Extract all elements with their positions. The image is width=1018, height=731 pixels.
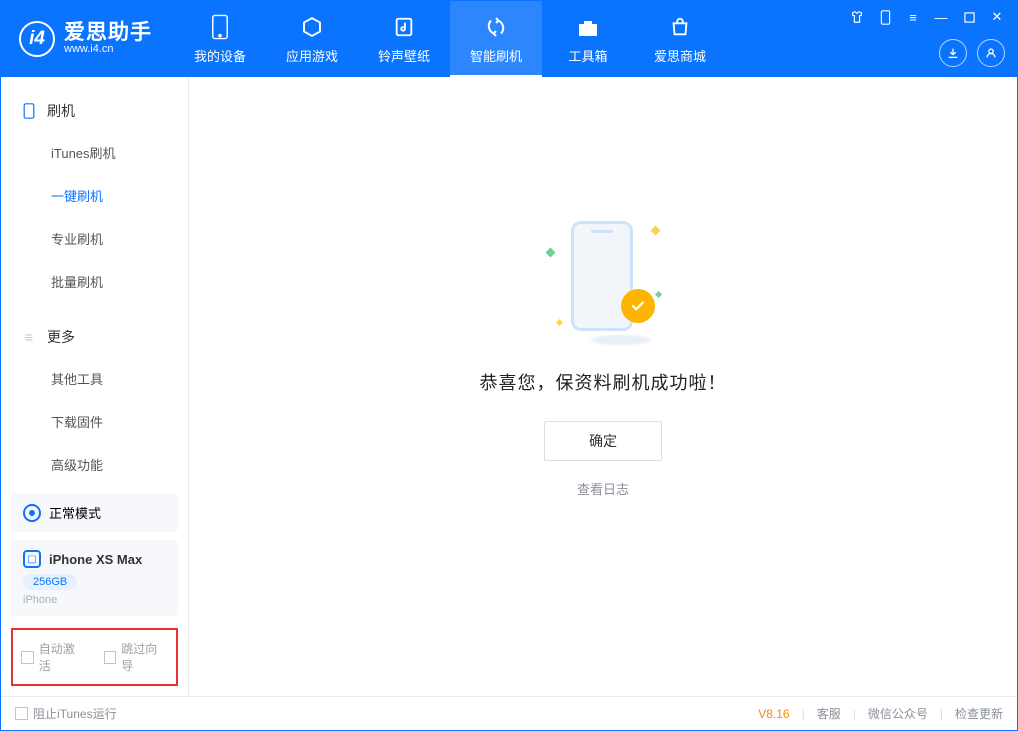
sidebar-item-advanced[interactable]: 高级功能 [1,443,188,486]
phone-small-icon[interactable] [877,9,893,25]
view-log-link[interactable]: 查看日志 [577,479,629,498]
checkbox-label: 阻止iTunes运行 [33,705,117,722]
phone-outline-icon [21,103,37,119]
shirt-icon[interactable] [849,9,865,25]
tab-label: 应用游戏 [286,46,338,65]
skip-guide-checkbox[interactable]: 跳过向导 [104,640,169,674]
wechat-link[interactable]: 微信公众号 [868,705,928,722]
sidebar-head-more[interactable]: ≡ 更多 [1,317,188,357]
checkbox-label: 自动激活 [39,640,86,674]
refresh-icon [482,13,510,41]
close-button[interactable]: ✕ [989,9,1005,25]
titlebar: i4 爱思助手 www.i4.cn 我的设备 应用游戏 铃声壁纸 智能刷机 [1,1,1017,77]
device-small-icon: ▢ [23,550,41,568]
sidebar-item-oneclick-flash[interactable]: 一键刷机 [1,174,188,217]
account-button[interactable] [977,39,1005,67]
maximize-button[interactable] [961,9,977,25]
sidebar-item-other-tools[interactable]: 其他工具 [1,357,188,400]
app-subtitle: www.i4.cn [64,44,152,56]
mode-card[interactable]: 正常模式 [11,493,178,532]
menu-icon: ≡ [21,329,37,345]
sidebar-item-batch-flash[interactable]: 批量刷机 [1,260,188,303]
device-icon [206,13,234,41]
menu-small-icon[interactable]: ≡ [905,9,921,25]
device-capacity: 256GB [23,574,77,590]
device-type: iPhone [23,594,166,606]
tab-label: 铃声壁纸 [378,46,430,65]
toolbox-icon [574,13,602,41]
checkbox-icon [21,651,34,664]
tab-store[interactable]: 爱思商城 [634,1,726,77]
minimize-button[interactable]: ― [933,9,949,25]
success-illustration [543,215,663,345]
tab-apps-games[interactable]: 应用游戏 [266,1,358,77]
logo-icon: i4 [19,21,55,57]
sidebar-group-more: ≡ 更多 其他工具 下载固件 高级功能 [1,303,188,486]
tab-label: 我的设备 [194,46,246,65]
tab-label: 工具箱 [568,46,607,65]
cube-icon [298,13,326,41]
check-badge-icon [621,289,655,323]
sidebar-item-pro-flash[interactable]: 专业刷机 [1,217,188,260]
block-itunes-checkbox[interactable]: 阻止iTunes运行 [15,705,117,722]
download-button[interactable] [939,39,967,67]
device-card[interactable]: ▢ iPhone XS Max 256GB iPhone [11,540,178,616]
app-logo[interactable]: i4 爱思助手 www.i4.cn [1,1,174,77]
device-name: iPhone XS Max [49,552,142,567]
sidebar-item-itunes-flash[interactable]: iTunes刷机 [1,131,188,174]
bag-icon [666,13,694,41]
tab-my-device[interactable]: 我的设备 [174,1,266,77]
sidebar-head-flash[interactable]: 刷机 [1,91,188,131]
tab-label: 爱思商城 [654,46,706,65]
note-icon [390,13,418,41]
group-title: 刷机 [47,101,75,121]
statusbar: 阻止iTunes运行 V8.16 | 客服 | 微信公众号 | 检查更新 [1,696,1017,730]
confirm-button[interactable]: 确定 [544,421,662,461]
app-title: 爱思助手 [64,22,152,44]
mode-icon [23,504,41,522]
version-label: V8.16 [758,707,789,721]
support-link[interactable]: 客服 [817,705,841,722]
group-title: 更多 [47,327,75,347]
tab-label: 智能刷机 [470,46,522,65]
app-window: i4 爱思助手 www.i4.cn 我的设备 应用游戏 铃声壁纸 智能刷机 [0,0,1018,731]
tab-toolbox[interactable]: 工具箱 [542,1,634,77]
sidebar: 刷机 iTunes刷机 一键刷机 专业刷机 批量刷机 ≡ 更多 其他工具 下载固… [1,77,189,696]
tab-ringtones-wallpapers[interactable]: 铃声壁纸 [358,1,450,77]
checkbox-icon [104,651,117,664]
app-body: 刷机 iTunes刷机 一键刷机 专业刷机 批量刷机 ≡ 更多 其他工具 下载固… [1,77,1017,696]
checkbox-icon [15,707,28,720]
auto-activate-checkbox[interactable]: 自动激活 [21,640,86,674]
sidebar-group-flash: 刷机 iTunes刷机 一键刷机 专业刷机 批量刷机 [1,77,188,303]
check-update-link[interactable]: 检查更新 [955,705,1003,722]
main-panel: 恭喜您，保资料刷机成功啦！ 确定 查看日志 [189,77,1017,696]
sidebar-item-download-firmware[interactable]: 下载固件 [1,400,188,443]
mode-label: 正常模式 [49,503,101,522]
nav-tabs: 我的设备 应用游戏 铃声壁纸 智能刷机 工具箱 爱思商城 [174,1,726,77]
highlighted-options-row: 自动激活 跳过向导 [11,628,178,686]
checkbox-label: 跳过向导 [121,640,168,674]
success-message: 恭喜您，保资料刷机成功啦！ [480,369,727,395]
tab-smart-flash[interactable]: 智能刷机 [450,1,542,77]
